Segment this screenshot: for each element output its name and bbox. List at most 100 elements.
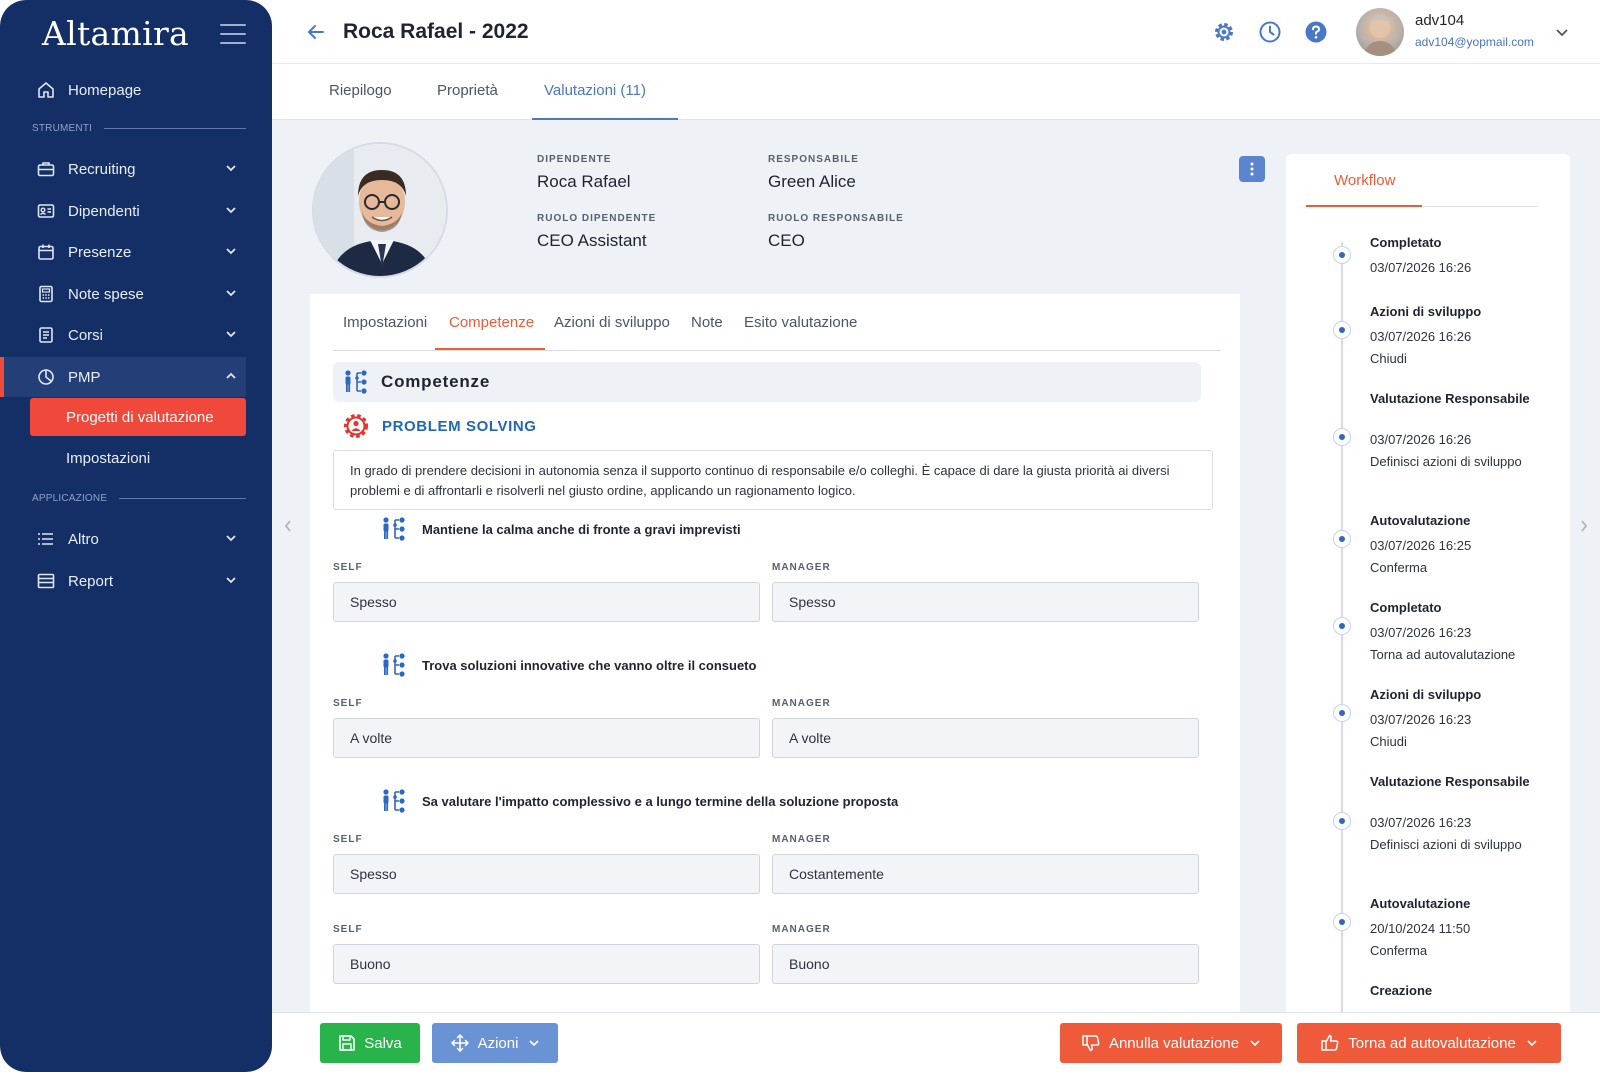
nav-corsi[interactable]: Corsi xyxy=(0,315,246,355)
report-icon xyxy=(36,571,56,591)
save-button[interactable]: Salva xyxy=(320,1023,420,1063)
self-rating-field[interactable]: A volte xyxy=(333,718,760,758)
step-date: 03/07/2026 16:26 xyxy=(1370,432,1472,447)
question-text: Sa valutare l'impatto complessivo e a lu… xyxy=(422,794,899,809)
chevron-down-icon xyxy=(1527,1040,1537,1047)
manager-role: CEO xyxy=(768,231,805,250)
tab-azioni-di-sviluppo[interactable]: Azioni di sviluppo xyxy=(554,314,670,331)
tabs-divider xyxy=(333,350,1221,351)
step-action: Conferma xyxy=(1370,943,1428,958)
nav-dipendenti[interactable]: Dipendenti xyxy=(0,191,246,231)
employee-label: DIPENDENTE xyxy=(537,154,612,165)
document-icon xyxy=(36,325,56,345)
chevron-down-icon xyxy=(226,290,236,297)
chevron-right-icon[interactable] xyxy=(1578,518,1590,534)
self-overall-field[interactable]: Buono xyxy=(333,944,760,984)
back-to-self-evaluation-button[interactable]: Torna ad autovalutazione xyxy=(1297,1023,1561,1063)
manager-role-label: RUOLO RESPONSABILE xyxy=(768,213,904,224)
help-icon[interactable] xyxy=(1304,20,1328,44)
competence-name: PROBLEM SOLVING xyxy=(382,418,537,435)
nav-note-spese[interactable]: Note spese xyxy=(0,274,246,314)
self-label: SELF xyxy=(333,924,363,935)
thumbs-down-icon xyxy=(1082,1035,1100,1052)
step-title: Autovalutazione xyxy=(1370,513,1471,528)
pie-chart-icon xyxy=(36,367,56,387)
tab-valutazioni[interactable]: Valutazioni (11) xyxy=(544,82,646,99)
nav-pmp[interactable]: PMP xyxy=(0,357,246,397)
cancel-evaluation-button[interactable]: Annulla valutazione xyxy=(1060,1023,1282,1063)
question-text: Mantiene la calma anche di fronte a grav… xyxy=(422,522,741,537)
save-button-label: Salva xyxy=(364,1034,402,1052)
step-date: 03/07/2026 16:26 xyxy=(1370,260,1472,275)
user-avatar[interactable] xyxy=(1356,8,1404,56)
employee-role: CEO Assistant xyxy=(537,231,647,250)
step-title: Completato xyxy=(1370,235,1442,250)
app-logo: Altamira xyxy=(42,14,190,53)
floppy-icon xyxy=(339,1035,356,1051)
manager-rating-field[interactable]: Costantemente xyxy=(772,854,1199,894)
chevron-down-icon xyxy=(226,535,236,542)
tab-workflow[interactable]: Workflow xyxy=(1334,172,1395,189)
actions-button[interactable]: Azioni xyxy=(432,1023,558,1063)
chevron-down-icon xyxy=(226,248,236,255)
menu-toggle-icon[interactable] xyxy=(220,24,246,44)
back-arrow-icon[interactable] xyxy=(306,22,326,42)
manager-name: Green Alice xyxy=(768,172,856,191)
chevron-down-icon xyxy=(529,1040,539,1047)
nav-homepage[interactable]: Homepage xyxy=(0,70,246,110)
step-title: Autovalutazione xyxy=(1370,896,1471,911)
step-date: 03/07/2026 16:26 xyxy=(1370,329,1472,344)
manager-label: MANAGER xyxy=(772,562,831,573)
tab-proprieta[interactable]: Proprietà xyxy=(437,82,498,99)
clock-icon[interactable] xyxy=(1258,20,1282,44)
timeline-dot xyxy=(1333,812,1351,830)
hierarchy-icon xyxy=(383,653,405,677)
nav-presenze-label: Presenze xyxy=(68,243,132,261)
tab-note[interactable]: Note xyxy=(691,314,723,331)
question-text: Trova soluzioni innovative che vanno olt… xyxy=(422,658,757,673)
tab-impostazioni[interactable]: Impostazioni xyxy=(343,314,427,331)
more-options-button[interactable] xyxy=(1239,156,1265,182)
section-header: Competenze xyxy=(333,362,1201,402)
step-title: Valutazione Responsabile xyxy=(1370,774,1530,789)
timeline-dot xyxy=(1333,617,1351,635)
home-icon xyxy=(36,80,56,100)
step-action: Definisci azioni di sviluppo xyxy=(1370,454,1522,469)
chevron-up-icon xyxy=(226,372,236,379)
tab-competenze[interactable]: Competenze xyxy=(449,314,534,331)
actions-button-label: Azioni xyxy=(477,1034,519,1052)
self-rating-field[interactable]: Spesso xyxy=(333,854,760,894)
step-action: Conferma xyxy=(1370,560,1428,575)
nav-note-spese-label: Note spese xyxy=(68,285,144,303)
tab-riepilogo[interactable]: Riepilogo xyxy=(329,82,392,99)
briefcase-icon xyxy=(36,159,56,179)
self-label: SELF xyxy=(333,698,363,709)
nav-altro[interactable]: Altro xyxy=(0,519,246,559)
id-card-icon xyxy=(36,201,56,221)
timeline-dot xyxy=(1333,913,1351,931)
app-window: Altamira Homepage STRUMENTI Recruiting D… xyxy=(0,0,1600,1072)
chevron-down-icon xyxy=(1250,1040,1260,1047)
step-date: 03/07/2026 16:23 xyxy=(1370,815,1472,830)
self-rating-field[interactable]: Spesso xyxy=(333,582,760,622)
chevron-left-icon[interactable] xyxy=(282,518,294,534)
nav-report[interactable]: Report xyxy=(0,561,246,601)
nav-impostazioni[interactable]: Impostazioni xyxy=(30,439,246,477)
chevron-down-icon[interactable] xyxy=(1554,24,1570,40)
gear-icon[interactable] xyxy=(1212,20,1236,44)
manager-rating-field[interactable]: A volte xyxy=(772,718,1199,758)
nav-presenze[interactable]: Presenze xyxy=(0,232,246,272)
nav-recruiting[interactable]: Recruiting xyxy=(0,149,246,189)
chevron-down-icon xyxy=(226,165,236,172)
nav-progetti-di-valutazione[interactable]: Progetti di valutazione xyxy=(30,398,246,436)
timeline-dot xyxy=(1333,704,1351,722)
step-title: Creazione xyxy=(1370,983,1433,998)
user-name: adv104 xyxy=(1415,12,1465,29)
manager-overall-field[interactable]: Buono xyxy=(772,944,1199,984)
tab-esito-valutazione[interactable]: Esito valutazione xyxy=(744,314,857,331)
timeline-dot xyxy=(1333,321,1351,339)
nav-corsi-label: Corsi xyxy=(68,326,104,344)
main-content: DIPENDENTE Roca Rafael RESPONSABILE Gree… xyxy=(272,120,1600,1012)
chevron-down-icon xyxy=(226,331,236,338)
manager-rating-field[interactable]: Spesso xyxy=(772,582,1199,622)
